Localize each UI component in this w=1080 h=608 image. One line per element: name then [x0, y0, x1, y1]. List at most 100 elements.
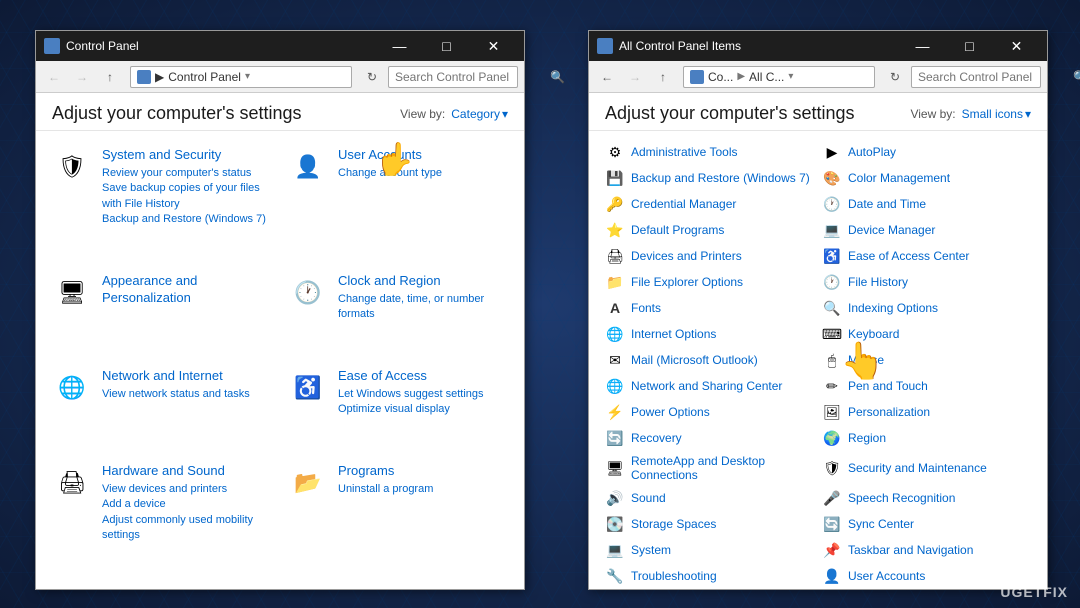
back-btn-1[interactable]: ← — [42, 65, 66, 89]
cat-link-suggest[interactable]: Let Windows suggest settings — [338, 387, 508, 402]
cat-link-devices[interactable]: View devices and printers — [102, 482, 272, 497]
cat-item-clock[interactable]: 🕐 Clock and Region Change date, time, or… — [288, 267, 508, 358]
cat-title-clock[interactable]: Clock and Region — [338, 273, 508, 290]
cat-item-ease[interactable]: ♿ Ease of Access Let Windows suggest set… — [288, 362, 508, 453]
small-item-devprinters[interactable]: 🖨 Devices and Printers — [601, 243, 818, 269]
small-item-power[interactable]: ⚡ Power Options — [601, 399, 818, 425]
small-item-mail[interactable]: ✉ Mail (Microsoft Outlook) — [601, 347, 818, 373]
cat-title-appearance[interactable]: Appearance and Personalization — [102, 273, 272, 307]
small-item-recovery[interactable]: 🔄 Recovery — [601, 425, 818, 451]
view-by-small: Small icons — [962, 107, 1023, 121]
small-item-remoteapp[interactable]: 🖥 RemoteApp and Desktop Connections — [601, 451, 818, 485]
small-item-defaultprog[interactable]: ⭐ Default Programs — [601, 217, 818, 243]
small-item-admintools[interactable]: ⚙ Administrative Tools — [601, 139, 818, 165]
small-item-secmaint[interactable]: 🛡 Security and Maintenance — [818, 451, 1035, 485]
view-by-value-2[interactable]: Small icons ▾ — [962, 107, 1031, 121]
small-item-datetime[interactable]: 🕐 Date and Time — [818, 191, 1035, 217]
small-item-trouble[interactable]: 🔧 Troubleshooting — [601, 563, 818, 589]
close-btn-2[interactable]: ✕ — [994, 31, 1039, 61]
small-label-netsharing: Network and Sharing Center — [631, 379, 782, 393]
search-bar-1[interactable]: 🔍 — [388, 66, 518, 88]
refresh-btn-2[interactable]: ↻ — [883, 65, 907, 89]
small-item-keyboard[interactable]: ⌨ Keyboard — [818, 321, 1035, 347]
cat-link-datetime[interactable]: Change date, time, or number formats — [338, 292, 508, 323]
small-item-mouse[interactable]: 🖱 Mouse — [818, 347, 1035, 373]
small-item-netsharing[interactable]: 🌐 Network and Sharing Center — [601, 373, 818, 399]
small-item-region[interactable]: 🌍 Region — [818, 425, 1035, 451]
view-by-1: View by: Category ▾ — [400, 107, 508, 121]
refresh-btn-1[interactable]: ↻ — [360, 65, 384, 89]
forward-btn-1[interactable]: → — [70, 65, 94, 89]
small-item-fileexp[interactable]: 📁 File Explorer Options — [601, 269, 818, 295]
content-1: Adjust your computer's settings View by:… — [36, 93, 524, 589]
cat-icon-programs: 📂 — [288, 463, 328, 503]
search-bar-2[interactable]: 🔍 — [911, 66, 1041, 88]
small-icon-mail: ✉ — [605, 350, 625, 370]
small-item-speech[interactable]: 🎤 Speech Recognition — [818, 485, 1035, 511]
cat-link-mobility[interactable]: Adjust commonly used mobility settings — [102, 513, 272, 544]
content-header-1: Adjust your computer's settings View by:… — [36, 93, 524, 131]
cat-link-adddev[interactable]: Add a device — [102, 497, 272, 512]
address-bar-1[interactable]: ▶ Control Panel ▾ — [130, 66, 352, 88]
small-item-fonts[interactable]: A Fonts — [601, 295, 818, 321]
close-btn-1[interactable]: ✕ — [471, 31, 516, 61]
small-label-filehist: File History — [848, 275, 908, 289]
cat-link-netstatus[interactable]: View network status and tasks — [102, 387, 272, 402]
small-item-pen[interactable]: ✏ Pen and Touch — [818, 373, 1035, 399]
small-item-indexing[interactable]: 🔍 Indexing Options — [818, 295, 1035, 321]
view-by-value-1[interactable]: Category ▾ — [451, 107, 508, 121]
small-item-color[interactable]: 🎨 Color Management — [818, 165, 1035, 191]
cat-title-network[interactable]: Network and Internet — [102, 368, 272, 385]
maximize-btn-1[interactable]: □ — [424, 31, 469, 61]
small-item-sync[interactable]: 🔄 Sync Center — [818, 511, 1035, 537]
back-btn-2[interactable]: ← — [595, 65, 619, 89]
cat-item-user[interactable]: 👤 User Accounts Change account type — [288, 141, 508, 263]
small-item-personalize[interactable]: 🖼 Personalization — [818, 399, 1035, 425]
small-item-devmgr[interactable]: 💻 Device Manager — [818, 217, 1035, 243]
cat-title-user[interactable]: User Accounts — [338, 147, 508, 164]
forward-btn-2[interactable]: → — [623, 65, 647, 89]
cat-link-backup[interactable]: Save backup copies of your files with Fi… — [102, 181, 272, 212]
cat-link-changetype[interactable]: Change account type — [338, 166, 508, 181]
small-item-taskbar[interactable]: 📌 Taskbar and Navigation — [818, 537, 1035, 563]
small-item-system[interactable]: 💻 System — [601, 537, 818, 563]
content-title-2: Adjust your computer's settings — [605, 103, 855, 124]
minimize-btn-2[interactable]: — — [900, 31, 945, 61]
small-item-internet[interactable]: 🌐 Internet Options — [601, 321, 818, 347]
address-bar-2[interactable]: Co... ▶ All C... ▾ — [683, 66, 875, 88]
cat-item-hardware[interactable]: 🖨 Hardware and Sound View devices and pr… — [52, 457, 272, 579]
cat-link-restore[interactable]: Backup and Restore (Windows 7) — [102, 212, 272, 227]
small-label-users: User Accounts — [848, 569, 925, 583]
small-icon-filehist: 🕐 — [822, 272, 842, 292]
small-item-backup[interactable]: 💾 Backup and Restore (Windows 7) — [601, 165, 818, 191]
small-icon-internet: 🌐 — [605, 324, 625, 344]
minimize-btn-1[interactable]: — — [377, 31, 422, 61]
small-item-storage[interactable]: 💽 Storage Spaces — [601, 511, 818, 537]
cat-title-system[interactable]: System and Security — [102, 147, 272, 164]
up-btn-1[interactable]: ↑ — [98, 65, 122, 89]
cat-title-ease[interactable]: Ease of Access — [338, 368, 508, 385]
window-icon-2 — [597, 38, 613, 54]
small-item-filehist[interactable]: 🕐 File History — [818, 269, 1035, 295]
small-icon-pen: ✏ — [822, 376, 842, 396]
cat-title-hardware[interactable]: Hardware and Sound — [102, 463, 272, 480]
small-item-sound[interactable]: 🔊 Sound — [601, 485, 818, 511]
small-label-pen: Pen and Touch — [848, 379, 928, 393]
search-input-2[interactable] — [918, 70, 1073, 84]
maximize-btn-2[interactable]: □ — [947, 31, 992, 61]
cat-item-network[interactable]: 🌐 Network and Internet View network stat… — [52, 362, 272, 453]
cat-link-uninstall[interactable]: Uninstall a program — [338, 482, 508, 497]
search-input-1[interactable] — [395, 70, 550, 84]
small-item-credential[interactable]: 🔑 Credential Manager — [601, 191, 818, 217]
cat-link-visual[interactable]: Optimize visual display — [338, 402, 508, 417]
cat-link-review[interactable]: Review your computer's status — [102, 166, 272, 181]
up-btn-2[interactable]: ↑ — [651, 65, 675, 89]
cat-item-system[interactable]: 🛡 System and Security Review your comput… — [52, 141, 272, 263]
cat-title-programs[interactable]: Programs — [338, 463, 508, 480]
cat-item-programs[interactable]: 📂 Programs Uninstall a program — [288, 457, 508, 579]
small-item-autoplay[interactable]: ▶ AutoPlay — [818, 139, 1035, 165]
small-label-backup: Backup and Restore (Windows 7) — [631, 171, 810, 185]
small-label-fileexp: File Explorer Options — [631, 275, 743, 289]
small-item-ease[interactable]: ♿ Ease of Access Center — [818, 243, 1035, 269]
cat-item-appearance[interactable]: 🖥 Appearance and Personalization — [52, 267, 272, 358]
